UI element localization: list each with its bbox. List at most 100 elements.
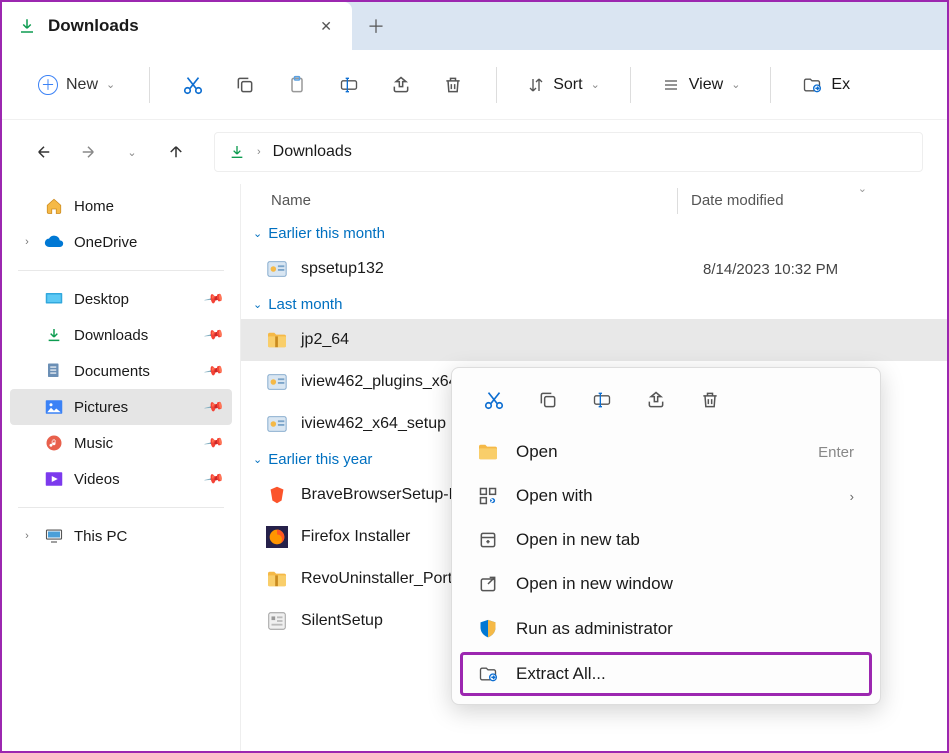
extract-icon (476, 664, 500, 684)
sort-button[interactable]: Sort ⌄ (517, 68, 610, 102)
chevron-down-icon[interactable]: ⌄ (858, 182, 867, 195)
delete-button[interactable] (430, 62, 476, 108)
ctx-label: Run as administrator (516, 619, 673, 639)
recent-dropdown[interactable]: ⌄ (114, 134, 150, 170)
back-button[interactable] (26, 134, 62, 170)
ctx-run-admin[interactable]: Run as administrator (460, 606, 872, 652)
paste-button[interactable] (274, 62, 320, 108)
apps-icon (476, 486, 500, 506)
chevron-down-icon: ⌄ (591, 78, 600, 91)
sidebar-item-label: Desktop (74, 291, 129, 308)
extract-button[interactable]: Ex (791, 67, 860, 103)
file-row[interactable]: jp2_64 (241, 319, 947, 361)
shield-icon (476, 618, 500, 640)
documents-icon (44, 362, 64, 380)
ctx-open-with[interactable]: Open with › (460, 474, 872, 518)
file-type-icon (265, 412, 289, 436)
tab-bar: Downloads ✕ ＋ (2, 2, 947, 50)
ctx-label: Extract All... (516, 664, 606, 684)
computer-icon (44, 528, 64, 544)
new-button[interactable]: ＋ New ⌄ (24, 67, 129, 103)
pin-icon: 📌 (203, 288, 225, 310)
download-arrow-icon (44, 327, 64, 343)
sidebar-item-documents[interactable]: Documents 📌 (10, 353, 232, 389)
file-row[interactable]: spsetup132 8/14/2023 10:32 PM (241, 248, 947, 290)
chevron-right-icon[interactable]: › (20, 236, 34, 248)
column-name[interactable]: Name (271, 192, 691, 209)
ctx-delete-button[interactable] (686, 380, 734, 420)
file-name: spsetup132 (301, 260, 691, 278)
file-type-icon (265, 257, 289, 281)
new-tab-button[interactable]: ＋ (352, 2, 400, 50)
sidebar-item-label: Home (74, 198, 114, 215)
extract-icon (801, 75, 823, 95)
chevron-down-icon: ⌄ (731, 78, 740, 91)
new-label: New (66, 76, 98, 94)
sidebar-item-label: Music (74, 435, 113, 452)
sidebar-item-label: Videos (74, 471, 120, 488)
videos-icon (44, 471, 64, 487)
file-date: 8/14/2023 10:32 PM (703, 261, 838, 278)
ctx-cut-button[interactable] (470, 380, 518, 420)
group-header[interactable]: ⌄ Last month (241, 290, 947, 319)
chevron-right-icon: › (257, 146, 261, 158)
sidebar-item-downloads[interactable]: Downloads 📌 (10, 317, 232, 353)
sort-label: Sort (553, 76, 582, 94)
context-menu: Open Enter Open with › Open in new tab O… (451, 367, 881, 705)
chevron-right-icon[interactable]: › (20, 530, 34, 542)
new-tab-icon (476, 530, 500, 550)
sidebar-item-home[interactable]: Home (10, 188, 232, 224)
forward-button[interactable] (70, 134, 106, 170)
chevron-down-icon: ⌄ (106, 78, 115, 91)
ctx-rename-button[interactable] (578, 380, 626, 420)
breadcrumb-current[interactable]: Downloads (273, 143, 352, 161)
extract-label: Ex (831, 76, 850, 94)
pin-icon: 📌 (203, 396, 225, 418)
chevron-down-icon: ⌄ (253, 298, 262, 311)
sidebar-item-label: Documents (74, 363, 150, 380)
sidebar-item-videos[interactable]: Videos 📌 (10, 461, 232, 497)
sidebar-item-onedrive[interactable]: › OneDrive (10, 224, 232, 260)
download-arrow-icon (18, 17, 36, 35)
group-label: Last month (268, 296, 342, 313)
column-date[interactable]: Date modified (691, 192, 784, 209)
view-button[interactable]: View ⌄ (651, 68, 751, 102)
pictures-icon (44, 399, 64, 415)
new-window-icon (476, 574, 500, 594)
file-list: Name Date modified ⌄ ⌄Earlier this month… (240, 184, 947, 751)
ctx-open-new-tab[interactable]: Open in new tab (460, 518, 872, 562)
music-icon (44, 434, 64, 452)
download-arrow-icon (229, 144, 245, 160)
close-icon[interactable]: ✕ (316, 14, 336, 39)
tab-downloads[interactable]: Downloads ✕ (2, 2, 352, 50)
cut-button[interactable] (170, 62, 216, 108)
chevron-right-icon: › (850, 489, 854, 504)
ctx-copy-button[interactable] (524, 380, 572, 420)
sidebar-item-pictures[interactable]: Pictures 📌 (10, 389, 232, 425)
pin-icon: 📌 (203, 324, 225, 346)
share-button[interactable] (378, 62, 424, 108)
pin-icon: 📌 (203, 360, 225, 382)
file-type-icon (265, 483, 289, 507)
ctx-open-new-window[interactable]: Open in new window (460, 562, 872, 606)
home-icon (44, 197, 64, 215)
ctx-open[interactable]: Open Enter (460, 430, 872, 474)
ctx-shortcut: Enter (818, 444, 854, 461)
copy-button[interactable] (222, 62, 268, 108)
ctx-share-button[interactable] (632, 380, 680, 420)
sidebar-item-desktop[interactable]: Desktop 📌 (10, 281, 232, 317)
address-bar[interactable]: › Downloads (214, 132, 923, 172)
sidebar-item-thispc[interactable]: › This PC (10, 518, 232, 554)
up-button[interactable] (158, 134, 194, 170)
sidebar-item-label: OneDrive (74, 234, 137, 251)
ctx-extract-all[interactable]: Extract All... (460, 652, 872, 696)
rename-button[interactable] (326, 62, 372, 108)
group-label: Earlier this month (268, 225, 385, 242)
group-label: Earlier this year (268, 451, 372, 468)
group-header[interactable]: ⌄Earlier this month (241, 219, 947, 248)
file-type-icon (265, 370, 289, 394)
view-icon (661, 77, 681, 93)
navigation-row: ⌄ › Downloads (2, 120, 947, 184)
sidebar-item-music[interactable]: Music 📌 (10, 425, 232, 461)
pin-icon: 📌 (203, 432, 225, 454)
